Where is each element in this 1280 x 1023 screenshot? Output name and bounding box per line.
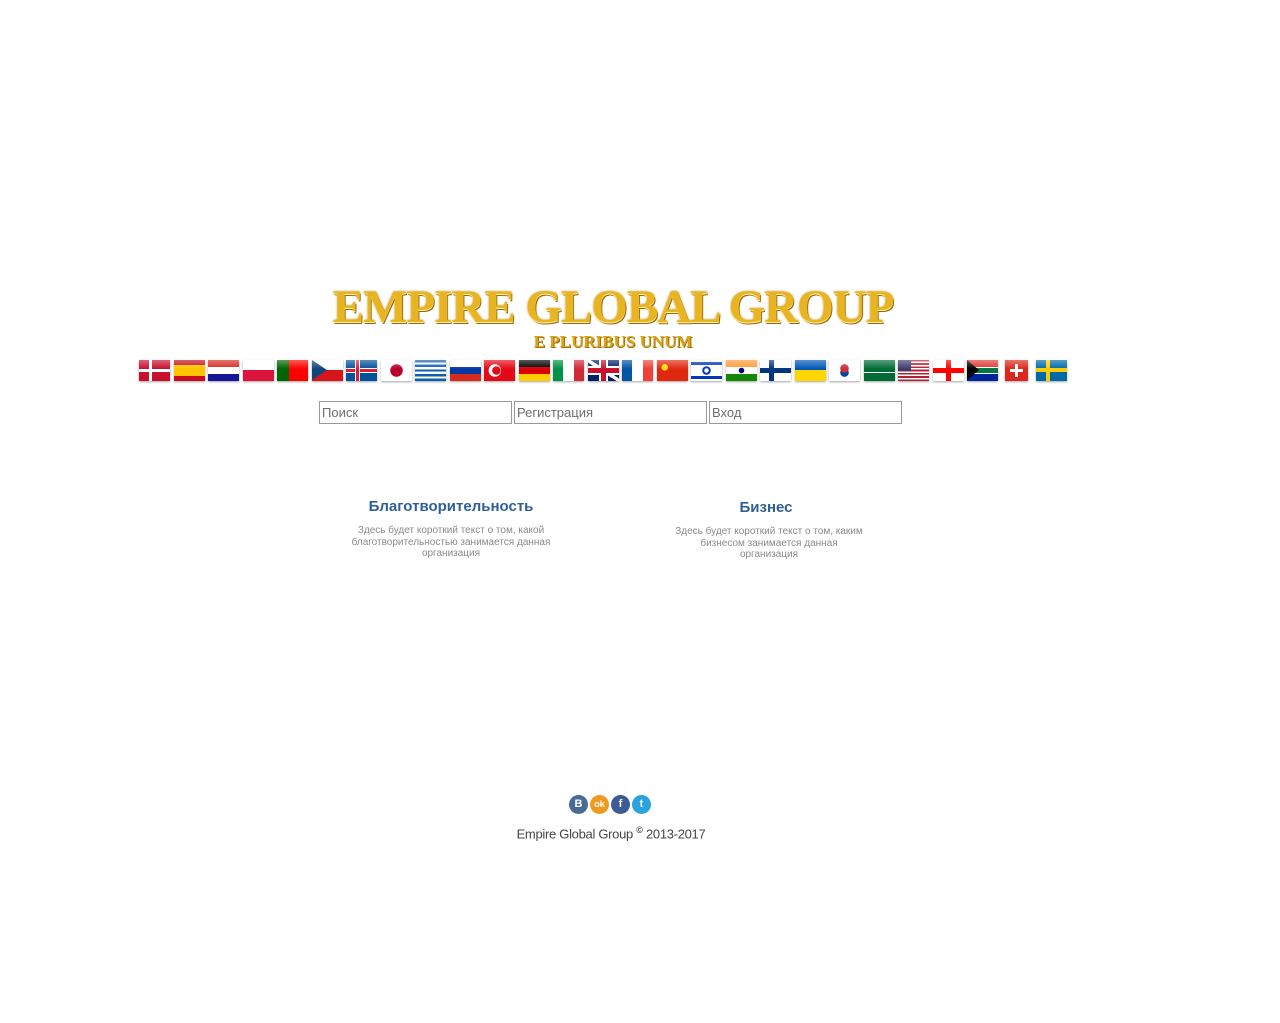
flag-uk-icon[interactable]	[588, 360, 619, 381]
footer-years: 2013-2017	[645, 826, 706, 842]
flag-portugal-icon[interactable]	[277, 360, 308, 381]
charity-title[interactable]: Благотворительность	[331, 498, 571, 515]
flag-saudi-arabia-icon[interactable]	[864, 360, 895, 381]
odnoklassniki-icon[interactable]: ok	[590, 795, 609, 814]
flag-denmark-icon[interactable]	[139, 360, 170, 381]
twitter-icon[interactable]: t	[632, 795, 651, 814]
business-title[interactable]: Бизнес	[646, 499, 886, 516]
business-description: Здесь будет короткий текст о том, каким …	[649, 526, 889, 561]
flag-croatia-icon[interactable]	[208, 360, 239, 381]
flag-usa-icon[interactable]	[898, 360, 929, 381]
copyright-symbol: ©	[636, 825, 643, 835]
business-text-line: организация	[739, 549, 799, 560]
flag-poland-icon[interactable]	[243, 360, 274, 381]
flag-turkey-icon[interactable]	[484, 360, 515, 381]
flag-france-icon[interactable]	[622, 360, 653, 381]
flag-switzerland-icon[interactable]	[1005, 360, 1028, 381]
flag-south-africa-icon[interactable]	[967, 360, 998, 381]
vk-icon[interactable]: В	[569, 795, 588, 814]
flag-greece-icon[interactable]	[415, 360, 446, 381]
business-text-line: Здесь будет короткий текст о том, каким	[675, 526, 863, 537]
flag-india-icon[interactable]	[726, 360, 757, 381]
footer-copyright: Empire Global Group © 2013-2017	[0, 825, 1222, 841]
business-text-line: бизнесом занимается данная	[700, 537, 838, 549]
language-flags	[0, 360, 1280, 382]
search-input[interactable]	[319, 401, 512, 424]
flag-south-korea-icon[interactable]	[829, 360, 860, 381]
flag-spain-icon[interactable]	[174, 360, 205, 381]
facebook-icon[interactable]: f	[611, 795, 630, 814]
login-input[interactable]	[709, 401, 902, 424]
flag-finland-icon[interactable]	[760, 360, 791, 381]
flag-georgia-icon[interactable]	[933, 360, 964, 381]
charity-text-line: благотворительностью занимается данная	[351, 536, 551, 548]
charity-description: Здесь будет короткий текст о том, какой …	[331, 525, 571, 560]
flag-china-icon[interactable]	[657, 360, 688, 381]
logo-motto: E PLURIBUS UNUM	[533, 332, 693, 351]
flag-israel-icon[interactable]	[691, 360, 722, 381]
footer-company: Empire Global Group	[516, 826, 634, 842]
charity-text-line: Здесь будет короткий текст о том, какой	[357, 525, 545, 536]
register-input[interactable]	[514, 401, 707, 424]
charity-text-line: организация	[421, 548, 481, 559]
flag-germany-icon[interactable]	[519, 360, 550, 381]
logo-title: EMPIRE GLOBAL GROUP	[332, 281, 895, 333]
flag-ukraine-icon[interactable]	[795, 360, 826, 381]
flag-russia-icon[interactable]	[450, 360, 481, 381]
flag-czech-icon[interactable]	[312, 360, 343, 381]
flag-japan-icon[interactable]	[381, 360, 412, 381]
flag-italy-icon[interactable]	[553, 360, 584, 381]
flag-iceland-icon[interactable]	[346, 360, 377, 381]
flag-sweden-icon[interactable]	[1036, 360, 1067, 381]
